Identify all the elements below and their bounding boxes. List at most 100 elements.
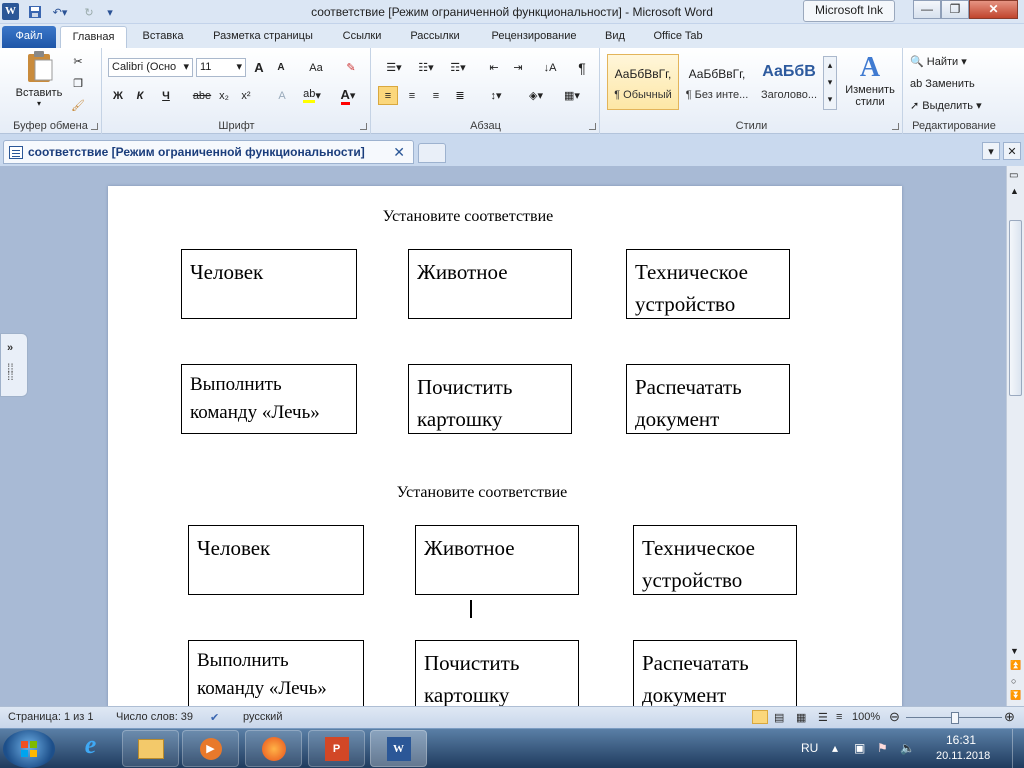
- tab-mailings[interactable]: Рассылки: [398, 26, 472, 48]
- numbering-icon[interactable]: ☷▾: [412, 58, 440, 77]
- paste-dropdown-icon[interactable]: ▾: [14, 99, 64, 108]
- action-center-icon[interactable]: ⚑: [877, 741, 888, 755]
- clock-time[interactable]: 16:31: [946, 733, 976, 747]
- shrink-font-button[interactable]: A: [273, 58, 289, 77]
- align-left-button[interactable]: ≡: [378, 86, 398, 105]
- volume-icon[interactable]: 🔈: [900, 741, 915, 755]
- styles-scroll[interactable]: ▴ ▾ ▾: [823, 56, 837, 110]
- cut-icon[interactable]: ✂: [70, 52, 86, 71]
- font-family-select[interactable]: Calibri (Осно ▾: [108, 58, 193, 77]
- ie-icon[interactable]: e: [62, 730, 119, 767]
- tab-file[interactable]: Файл: [2, 26, 56, 48]
- font-color-button[interactable]: A ▾: [335, 86, 361, 105]
- microsoft-ink-button[interactable]: Microsoft Ink: [803, 0, 895, 22]
- minimize-button[interactable]: —: [913, 0, 941, 19]
- paste-button[interactable]: Вставить ▾: [14, 50, 64, 110]
- clear-formatting-icon[interactable]: ✎: [341, 58, 361, 77]
- bullets-icon[interactable]: ☰▾: [380, 58, 408, 77]
- word-taskbar-icon[interactable]: W: [370, 730, 427, 767]
- next-page-icon[interactable]: ⏬: [1010, 690, 1021, 701]
- tab-references[interactable]: Ссылки: [332, 26, 392, 48]
- style-no-spacing[interactable]: АаБбВвГг, ¶ Без инте...: [681, 54, 753, 110]
- outline-view-icon[interactable]: ☰: [818, 711, 828, 724]
- borders-icon[interactable]: ▦▾: [558, 86, 586, 105]
- language-indicator[interactable]: русский: [243, 711, 282, 723]
- change-styles-button[interactable]: A Изменить стили: [841, 52, 899, 108]
- spellcheck-icon[interactable]: ✔: [210, 711, 219, 724]
- draft-view-icon[interactable]: ≡: [836, 711, 842, 723]
- show-desktop-button[interactable]: [1012, 729, 1024, 768]
- browse-object-icon[interactable]: ○: [1011, 676, 1016, 686]
- document-page[interactable]: Установите соответствие Человек Животное…: [108, 186, 902, 706]
- select-button[interactable]: ➚ Выделить ▾: [910, 96, 1000, 115]
- document-canvas[interactable]: Установите соответствие Человек Животное…: [0, 166, 1006, 706]
- close-button[interactable]: ✕: [969, 0, 1018, 19]
- show-formatting-button[interactable]: ¶: [572, 58, 592, 77]
- italic-button[interactable]: К: [131, 86, 149, 105]
- web-layout-view-icon[interactable]: ▦: [796, 711, 806, 724]
- close-tab-icon[interactable]: ✕: [393, 141, 405, 163]
- vertical-scrollbar[interactable]: ▭ ▲ ▼ ⏫ ○ ⏬: [1006, 166, 1024, 706]
- scrollbar-thumb[interactable]: [1009, 220, 1022, 396]
- align-center-button[interactable]: ≡: [402, 86, 422, 105]
- scroll-up-icon[interactable]: ▲: [1010, 186, 1019, 196]
- start-button[interactable]: [3, 730, 55, 768]
- zoom-slider-thumb[interactable]: [951, 712, 959, 724]
- document-tab[interactable]: соответствие [Режим ограниченной функцио…: [3, 140, 414, 164]
- tab-view[interactable]: Вид: [596, 26, 634, 48]
- change-case-button[interactable]: Aa: [303, 58, 329, 77]
- previous-page-icon[interactable]: ⏫: [1010, 660, 1021, 671]
- increase-indent-icon[interactable]: ⇥: [508, 58, 528, 77]
- clock-date[interactable]: 20.11.2018: [936, 750, 990, 762]
- multilevel-list-icon[interactable]: ☶▾: [444, 58, 472, 77]
- clipboard-dialog-launcher[interactable]: [91, 123, 98, 130]
- styles-dialog-launcher[interactable]: [892, 123, 899, 130]
- tab-page-layout[interactable]: Разметка страницы: [200, 26, 326, 48]
- sort-icon[interactable]: ↓A: [540, 58, 560, 77]
- tab-list-dropdown-icon[interactable]: ▾: [982, 142, 1000, 160]
- font-dialog-launcher[interactable]: [360, 123, 367, 130]
- copy-icon[interactable]: ❐: [70, 74, 86, 93]
- zoom-out-icon[interactable]: ⊖: [889, 709, 900, 725]
- bold-button[interactable]: Ж: [109, 86, 127, 105]
- style-heading1[interactable]: АаБбВ Заголово...: [753, 54, 825, 110]
- network-icon[interactable]: ▣: [854, 741, 865, 755]
- find-button[interactable]: 🔍 Найти ▾: [910, 52, 1000, 71]
- tab-insert[interactable]: Вставка: [132, 26, 194, 48]
- line-spacing-icon[interactable]: ↕▾: [482, 86, 510, 105]
- shading-icon[interactable]: ◈▾: [522, 86, 550, 105]
- new-tab-button[interactable]: [418, 143, 446, 163]
- style-normal[interactable]: АаБбВвГг, ¶ Обычный: [607, 54, 679, 110]
- font-size-select[interactable]: 11 ▾: [196, 58, 246, 77]
- tab-home[interactable]: Главная: [60, 26, 127, 48]
- ruler-toggle-icon[interactable]: ▭: [1009, 170, 1018, 181]
- zoom-in-icon[interactable]: ⊕: [1004, 709, 1015, 725]
- justify-button[interactable]: ≣: [450, 86, 470, 105]
- text-effects-icon[interactable]: A: [271, 86, 293, 105]
- decrease-indent-icon[interactable]: ⇤: [484, 58, 504, 77]
- tab-review[interactable]: Рецензирование: [478, 26, 590, 48]
- firefox-icon[interactable]: [245, 730, 302, 767]
- page-counter[interactable]: Страница: 1 из 1: [8, 711, 94, 723]
- show-hidden-icons[interactable]: ▴: [832, 741, 838, 755]
- full-screen-view-icon[interactable]: ▤: [774, 711, 784, 724]
- paragraph-dialog-launcher[interactable]: [589, 123, 596, 130]
- tab-office-tab[interactable]: Office Tab: [640, 26, 716, 48]
- format-painter-icon[interactable]: 🖌: [70, 96, 86, 115]
- keyboard-language[interactable]: RU: [801, 741, 818, 755]
- scroll-down-icon[interactable]: ▼: [1010, 646, 1019, 656]
- grow-font-button[interactable]: A: [251, 58, 267, 77]
- media-player-icon[interactable]: ▶: [182, 730, 239, 767]
- word-counter[interactable]: Число слов: 39: [116, 711, 193, 723]
- align-right-button[interactable]: ≡: [426, 86, 446, 105]
- strikethrough-button[interactable]: abe: [191, 86, 213, 105]
- subscript-button[interactable]: x₂: [215, 86, 233, 105]
- zoom-level[interactable]: 100%: [852, 711, 880, 723]
- close-all-tabs-icon[interactable]: ✕: [1003, 142, 1021, 160]
- highlight-color-button[interactable]: ab ▾: [299, 86, 325, 105]
- print-layout-view-icon[interactable]: [752, 710, 768, 724]
- powerpoint-icon[interactable]: P: [308, 730, 365, 767]
- restore-button[interactable]: ❐: [941, 0, 969, 19]
- superscript-button[interactable]: x²: [237, 86, 255, 105]
- side-panel-handle[interactable]: » ⁞⁞ ⁞⁞: [0, 333, 28, 397]
